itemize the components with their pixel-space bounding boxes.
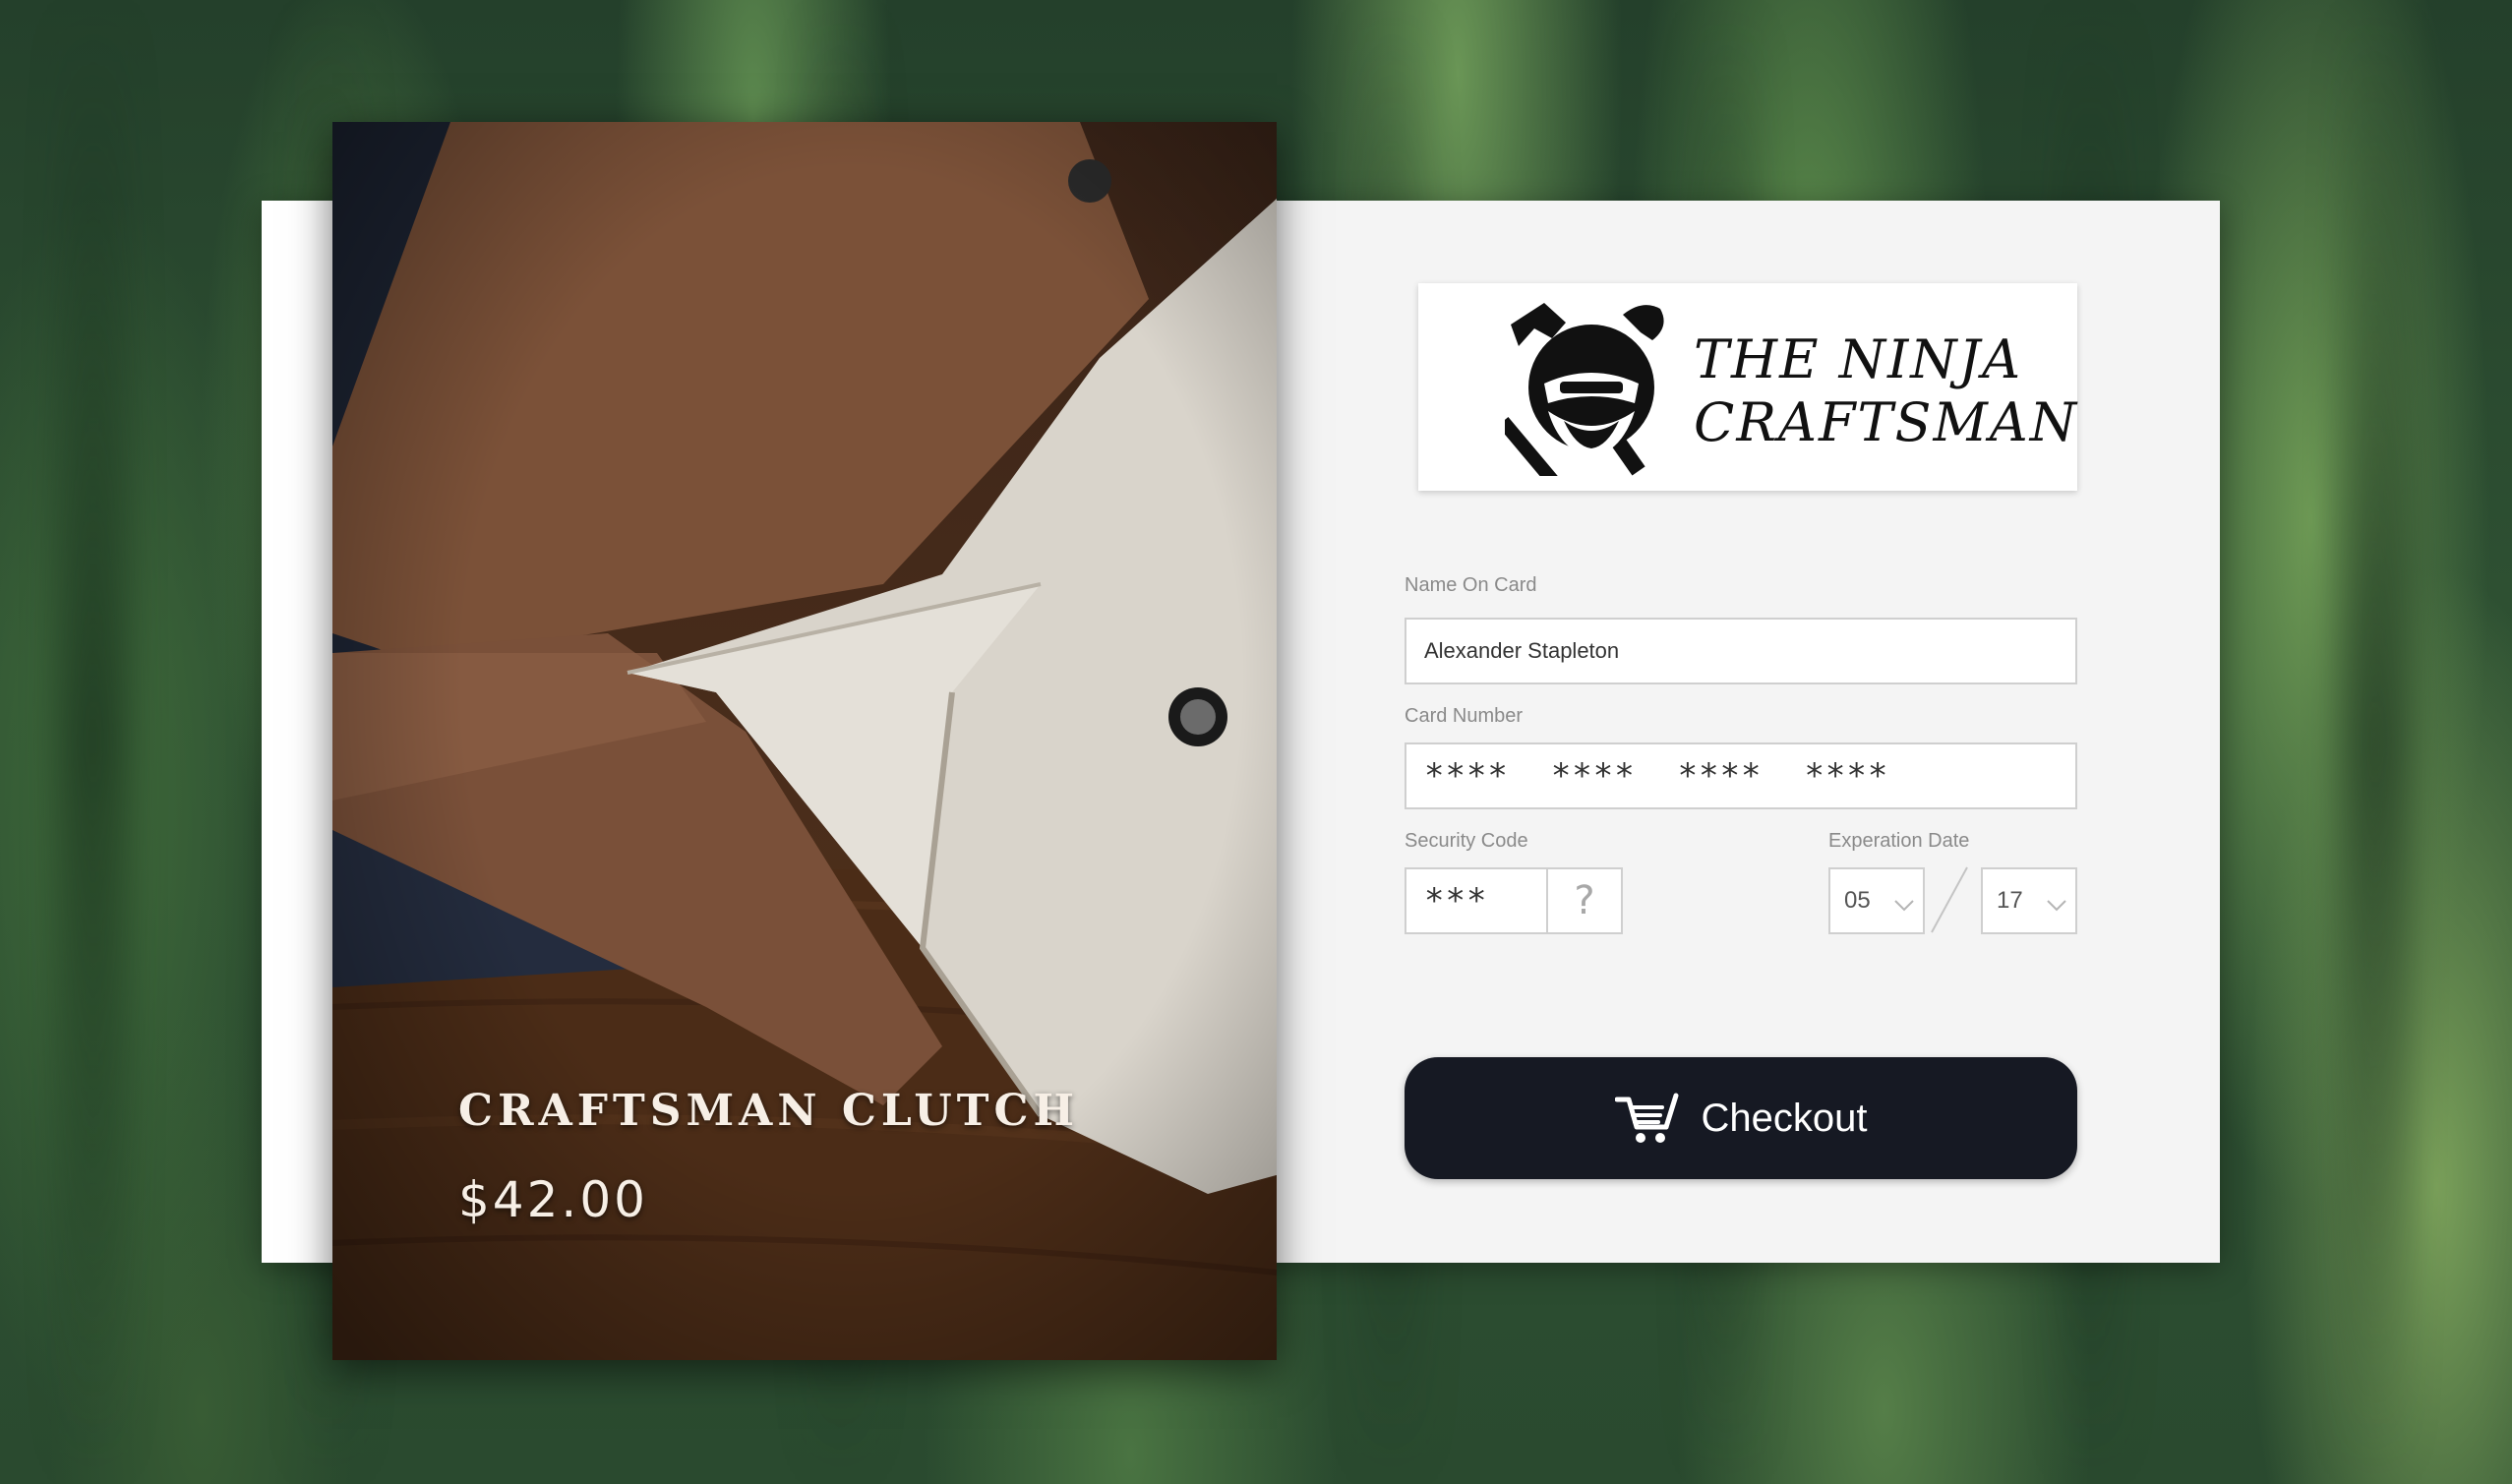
expiration-date-label: Experation Date [1828, 830, 1970, 852]
name-on-card-label: Name On Card [1405, 574, 1537, 596]
name-on-card-input[interactable]: Alexander Stapleton [1405, 618, 2077, 684]
card-number-label: Card Number [1405, 705, 1524, 727]
checkout-button[interactable]: Checkout [1405, 1057, 2077, 1179]
security-code-value: *** [1424, 881, 1488, 920]
brand-name-line2: CRAFTSMAN [1694, 391, 2078, 453]
exp-year-value: 17 [1997, 887, 2023, 914]
product-name: CRAFTSMAN CLUTCH [458, 1086, 1080, 1136]
card-number-input[interactable]: **** **** **** **** [1405, 742, 2077, 809]
chevron-down-icon [1894, 900, 1914, 912]
exp-year-select[interactable]: 17 [1981, 867, 2077, 934]
date-separator [1931, 866, 1968, 933]
ninja-hammer-logo-icon [1505, 303, 1664, 476]
card-left-edge [262, 201, 340, 1263]
security-code-label: Security Code [1405, 830, 1528, 852]
product-photo: CRAFTSMAN CLUTCH $42.00 [332, 122, 1277, 1360]
chevron-down-icon [2047, 900, 2066, 912]
product-price: $42.00 [458, 1171, 648, 1228]
cart-icon [1614, 1093, 1678, 1143]
exp-month-value: 05 [1844, 887, 1871, 914]
brand-name-line1: THE NINJA [1694, 328, 2023, 390]
question-icon: ? [1574, 878, 1595, 923]
exp-month-select[interactable]: 05 [1828, 867, 1925, 934]
security-code-help-button[interactable]: ? [1546, 867, 1623, 934]
brand-name: THE NINJA CRAFTSMAN [1694, 328, 2078, 454]
security-code-input[interactable]: *** [1405, 867, 1548, 934]
card-number-value: **** **** **** **** [1424, 756, 1889, 796]
name-on-card-value: Alexander Stapleton [1424, 638, 1620, 663]
checkout-label: Checkout [1701, 1096, 1868, 1140]
brand-logo: THE NINJA CRAFTSMAN [1418, 283, 2077, 491]
